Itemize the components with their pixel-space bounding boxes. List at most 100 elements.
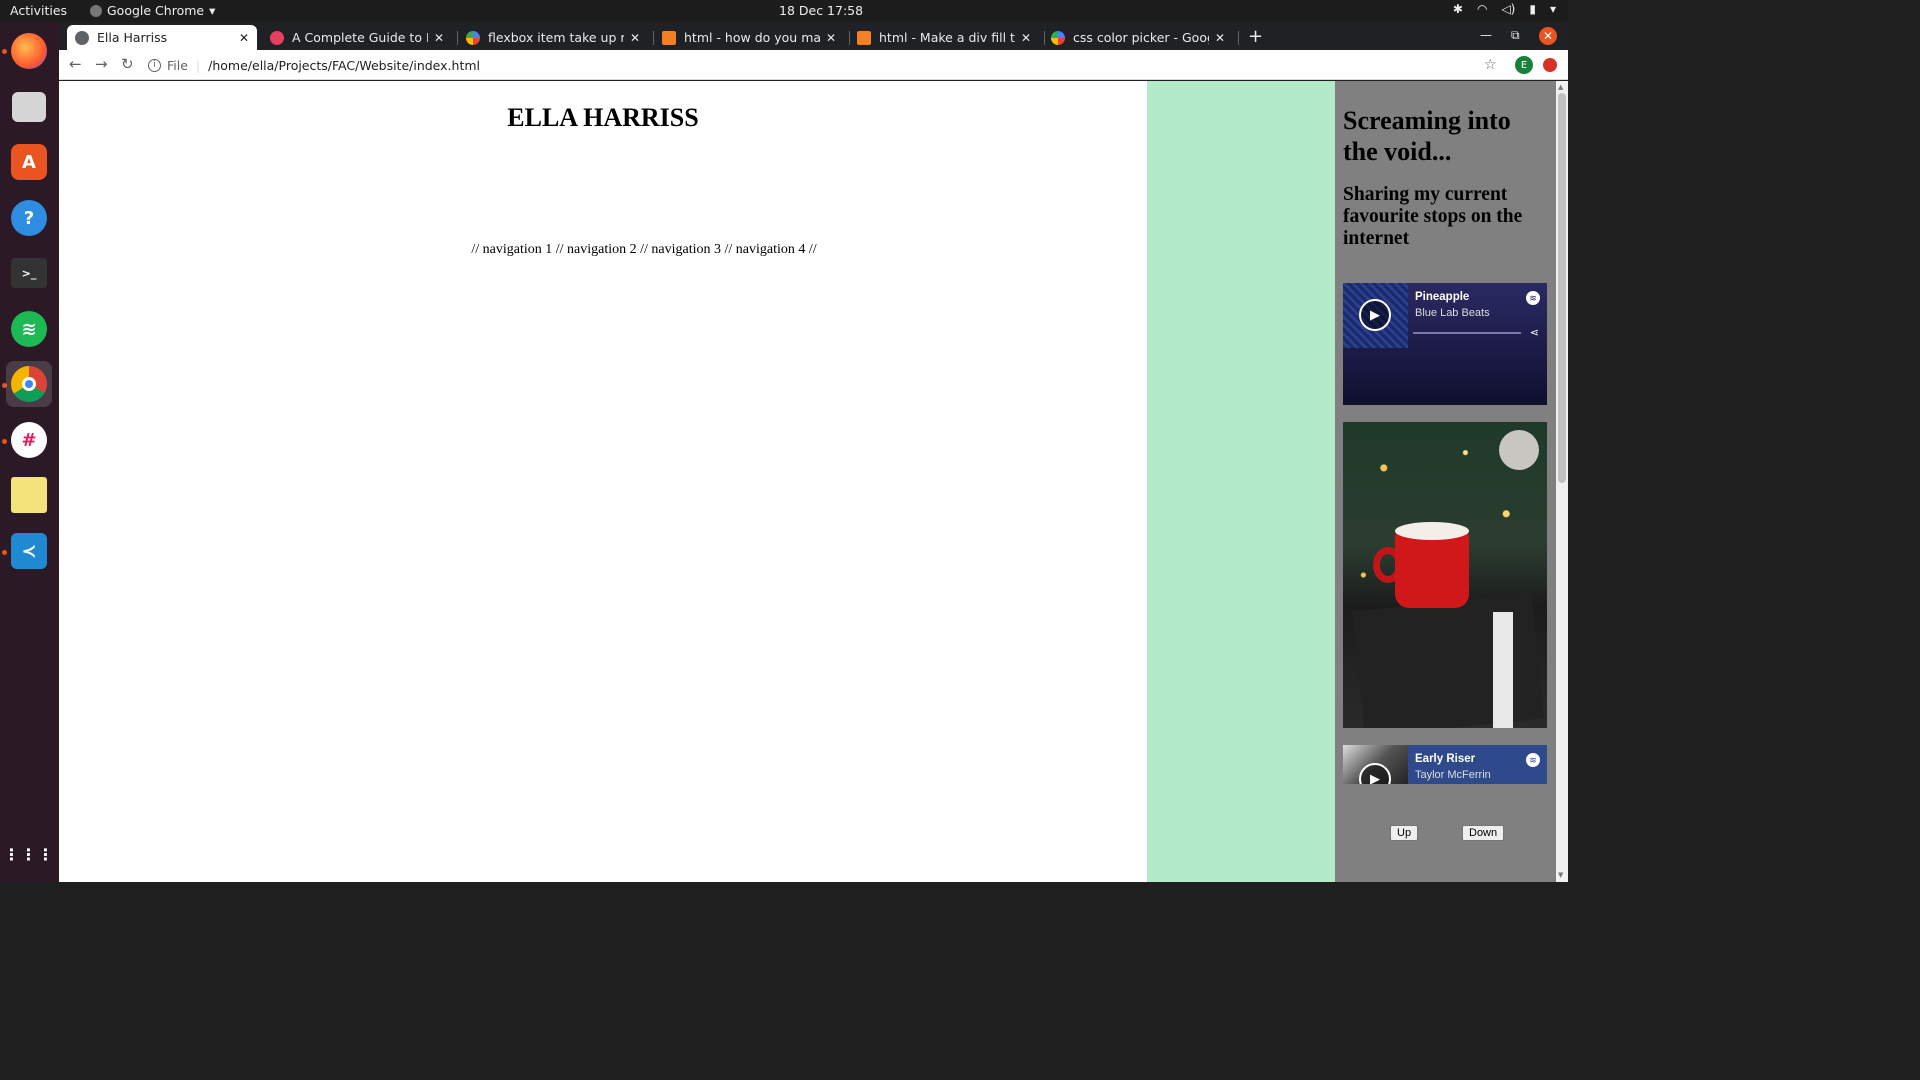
- play-button[interactable]: ▶: [1359, 299, 1391, 331]
- grid-icon: ⋮⋮⋮: [3, 844, 55, 864]
- gift-box: [1351, 592, 1545, 728]
- marshmallows: [1395, 522, 1469, 540]
- down-button[interactable]: Down: [1462, 825, 1505, 841]
- close-icon[interactable]: ✕: [239, 31, 249, 45]
- scroll-down-arrow[interactable]: ▼: [1558, 871, 1563, 879]
- google-icon: [1051, 30, 1065, 45]
- maximize-button[interactable]: ⧉: [1511, 28, 1520, 43]
- scroll-up-arrow[interactable]: ▲: [1558, 83, 1563, 91]
- firefox-icon: [11, 33, 47, 69]
- url-scheme: File: [167, 57, 188, 73]
- back-button[interactable]: ←: [69, 55, 82, 73]
- dock: A ? >_ ≋ # ≺ ⋮⋮⋮: [0, 22, 59, 882]
- dock-notes[interactable]: [6, 472, 52, 518]
- wifi-icon[interactable]: ◠: [1477, 2, 1487, 16]
- google-icon: [466, 30, 480, 45]
- software-center-icon: A: [11, 144, 47, 180]
- tab-title: html - Make a div fill the height: [879, 30, 1015, 45]
- slack-tray-icon[interactable]: ✱: [1453, 2, 1463, 16]
- track-artist[interactable]: Blue Lab Beats: [1415, 307, 1490, 319]
- tab-flexbox-guide[interactable]: A Complete Guide to Flexbox ✕: [262, 25, 452, 50]
- browser-toolbar: ← → ↻ i File | /home/ella/Projects/FAC/W…: [59, 50, 1568, 80]
- spotify-embed[interactable]: ▶ Early Riser Taylor McFerrin ≋: [1343, 745, 1547, 784]
- progress-bar[interactable]: [1413, 332, 1521, 334]
- tab-ella-harriss[interactable]: Ella Harriss ✕: [67, 25, 257, 50]
- close-icon[interactable]: ✕: [434, 31, 444, 45]
- help-icon: ?: [11, 200, 47, 236]
- track-artist[interactable]: Taylor McFerrin: [1415, 769, 1491, 781]
- caret-down-icon: ▾: [209, 3, 216, 18]
- close-window-button[interactable]: ✕: [1539, 27, 1557, 45]
- close-icon[interactable]: ✕: [1215, 31, 1225, 45]
- dock-firefox[interactable]: [6, 28, 52, 74]
- sidebar-subheading: Sharing my current favourite stops on th…: [1343, 184, 1523, 249]
- volume-icon[interactable]: ◁): [1501, 2, 1515, 16]
- dock-vscode[interactable]: ≺: [6, 528, 52, 574]
- activities-button[interactable]: Activities: [10, 3, 67, 18]
- url-text[interactable]: /home/ella/Projects/FAC/Website/index.ht…: [208, 58, 480, 73]
- dock-slack[interactable]: #: [6, 417, 52, 463]
- track-title[interactable]: Pineapple: [1415, 291, 1469, 303]
- chrome-icon: [90, 4, 102, 17]
- spotify-embed[interactable]: ▶ Pineapple Blue Lab Beats ≋ ⋖: [1343, 283, 1547, 405]
- show-applications[interactable]: ⋮⋮⋮: [3, 831, 55, 877]
- dock-help[interactable]: ?: [6, 195, 52, 241]
- url-divider: |: [195, 57, 201, 73]
- bookmark-star-icon[interactable]: ☆: [1484, 57, 1497, 73]
- close-icon[interactable]: ✕: [826, 31, 836, 45]
- dock-files[interactable]: [6, 84, 52, 130]
- profile-avatar[interactable]: E: [1515, 56, 1533, 74]
- system-tray[interactable]: ✱ ◠ ◁) ▮ ▾: [1453, 2, 1556, 16]
- extension-icon[interactable]: [1543, 58, 1557, 72]
- track-title[interactable]: Early Riser: [1415, 753, 1475, 765]
- tab-title: html - how do you make a div: [684, 30, 820, 45]
- tab-stackoverflow-1[interactable]: html - how do you make a div ✕: [654, 25, 844, 50]
- tab-title: css color picker - Google Search: [1073, 30, 1209, 45]
- system-top-bar: Activities Google Chrome ▾ 18 Dec 17:58 …: [0, 0, 1568, 22]
- tab-separator: [1238, 31, 1239, 45]
- dock-software[interactable]: A: [6, 139, 52, 185]
- up-button[interactable]: Up: [1390, 825, 1419, 841]
- share-icon[interactable]: ⋖: [1530, 326, 1539, 339]
- dock-terminal[interactable]: >_: [6, 250, 52, 296]
- sidebar-heading: Screaming into the void...: [1343, 106, 1511, 166]
- info-icon[interactable]: i: [148, 58, 161, 72]
- tab-flexbox-item[interactable]: flexbox item take up remaining ✕: [458, 25, 648, 50]
- dock-spotify[interactable]: ≋: [6, 306, 52, 352]
- tab-stackoverflow-2[interactable]: html - Make a div fill the height ✕: [849, 25, 1039, 50]
- tab-color-picker[interactable]: css color picker - Google Search ✕: [1043, 25, 1233, 50]
- stackoverflow-icon: [662, 30, 676, 45]
- navigation-links[interactable]: // navigation 1 // navigation 2 // navig…: [59, 242, 1229, 258]
- tab-title: Ella Harriss: [97, 30, 168, 45]
- forward-button[interactable]: →: [95, 55, 108, 73]
- vscode-icon: ≺: [11, 533, 47, 569]
- ornament: [1499, 430, 1539, 470]
- new-tab-button[interactable]: +: [1248, 26, 1263, 47]
- spotify-icon[interactable]: ≋: [1526, 753, 1540, 767]
- clock[interactable]: 18 Dec 17:58: [779, 3, 863, 18]
- scrollbar-thumb[interactable]: [1558, 93, 1566, 483]
- page-viewport: ELLA HARRISS // navigation 1 // navigati…: [59, 81, 1556, 882]
- spotify-icon: ≋: [11, 311, 47, 347]
- close-icon[interactable]: ✕: [630, 31, 640, 45]
- green-column: [1147, 81, 1335, 882]
- css-tricks-icon: [270, 30, 284, 45]
- spotify-icon[interactable]: ≋: [1526, 291, 1540, 305]
- app-menu[interactable]: Google Chrome ▾: [90, 3, 215, 18]
- tab-strip: Ella Harriss ✕ A Complete Guide to Flexb…: [59, 22, 1568, 50]
- reload-button[interactable]: ↻: [121, 55, 134, 73]
- stackoverflow-icon: [857, 30, 871, 45]
- caret-down-icon[interactable]: ▾: [1550, 2, 1556, 16]
- app-menu-label: Google Chrome: [107, 3, 205, 18]
- terminal-icon: >_: [11, 258, 47, 288]
- address-bar[interactable]: i File | /home/ella/Projects/FAC/Website…: [148, 54, 1458, 76]
- close-icon[interactable]: ✕: [1021, 31, 1031, 45]
- sidebar: Screaming into the void... Sharing my cu…: [1335, 81, 1556, 882]
- battery-icon[interactable]: ▮: [1529, 2, 1536, 16]
- dock-chrome[interactable]: [6, 361, 52, 407]
- minimize-button[interactable]: —: [1480, 28, 1492, 42]
- files-icon: [12, 92, 46, 122]
- globe-icon: [75, 30, 89, 45]
- tab-title: flexbox item take up remaining: [488, 30, 624, 45]
- page-scrollbar[interactable]: ▲ ▼: [1556, 81, 1568, 882]
